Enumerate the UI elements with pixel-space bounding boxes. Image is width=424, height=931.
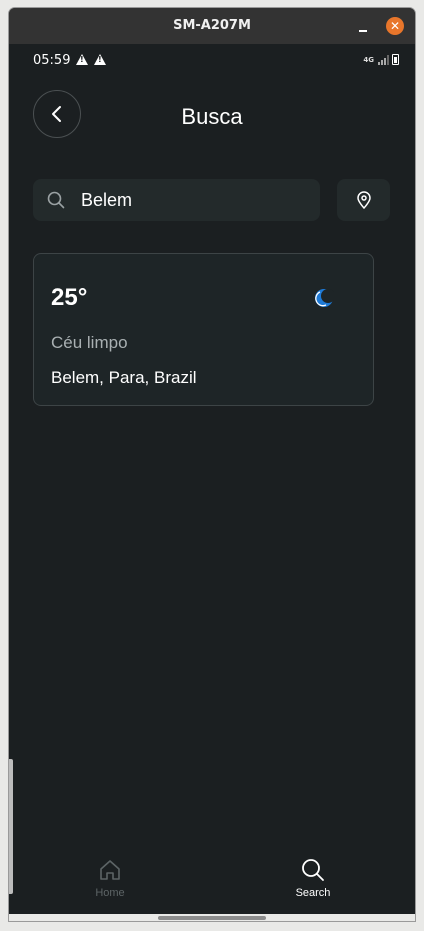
warning-icon: [94, 54, 106, 65]
status-icons: 4G: [363, 54, 399, 65]
search-icon: [47, 191, 65, 209]
minimize-button[interactable]: [357, 18, 369, 34]
gesture-handle[interactable]: [158, 916, 266, 920]
warning-icon: [76, 54, 88, 65]
moon-icon: [315, 289, 334, 307]
window-titlebar: SM-A207M ✕: [9, 8, 415, 44]
home-icon: [100, 860, 120, 880]
location-name: Belem, Para, Brazil: [51, 368, 197, 387]
temperature: 25°: [51, 284, 88, 311]
weather-result-card[interactable]: 25° Céu limpo Belem, Para, Brazil: [33, 253, 374, 406]
network-type: 4G: [363, 55, 374, 64]
app-screen: 05:59 4G Busca: [9, 44, 415, 921]
close-button[interactable]: ✕: [386, 17, 404, 35]
nav-item-home[interactable]: Home: [60, 858, 160, 899]
status-bar: 05:59 4G: [33, 52, 399, 70]
bottom-navigation: Home Search: [9, 858, 415, 914]
emulator-window: SM-A207M ✕ 05:59 4G: [9, 8, 415, 921]
close-icon: ✕: [389, 19, 401, 33]
location-pin-icon: [356, 191, 371, 209]
current-location-button[interactable]: [337, 179, 390, 221]
window-title: SM-A207M: [173, 18, 251, 33]
signal-icon: [378, 54, 389, 65]
weather-condition: Céu limpo: [51, 333, 128, 352]
search-field[interactable]: [33, 179, 320, 221]
search-icon: [302, 859, 324, 881]
nav-item-search[interactable]: Search: [263, 858, 363, 899]
status-time: 05:59: [33, 53, 71, 68]
gesture-area: [9, 914, 415, 921]
nav-label-home: Home: [95, 887, 125, 899]
nav-label-search: Search: [295, 887, 331, 899]
battery-icon: [392, 54, 399, 65]
search-input[interactable]: [81, 179, 306, 221]
page-title: Busca: [181, 104, 243, 129]
